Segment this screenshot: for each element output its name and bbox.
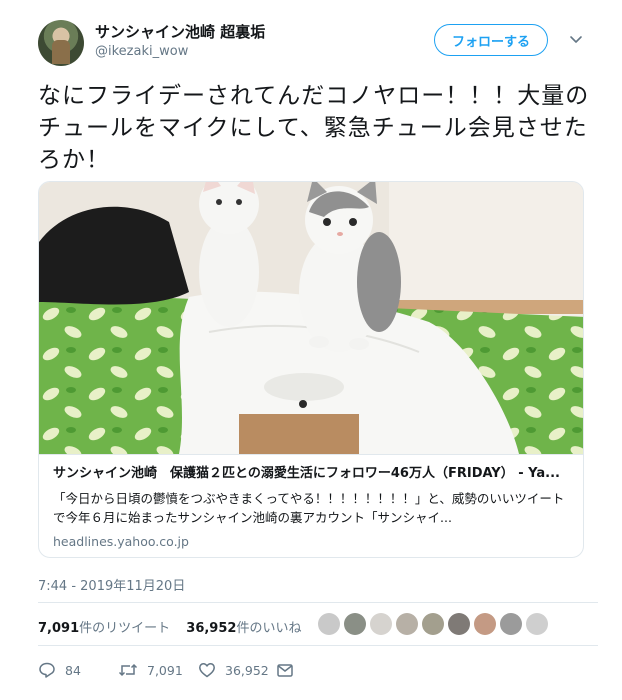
tweet-text: なにフライデーされてんだコノヤロー！！！大量のチュールをマイクにして、緊急チュー… [38, 83, 590, 173]
like-stat[interactable]: 36,952件のいいね [186, 617, 301, 636]
tweet-header: サンシャイン池崎 超裏垢 @ikezaki_wow フォローする [38, 17, 598, 67]
liker-avatar[interactable] [344, 613, 366, 635]
user-handle[interactable]: @ikezaki_wow [95, 44, 188, 59]
display-name[interactable]: サンシャイン池崎 超裏垢 [95, 21, 265, 42]
liker-avatar[interactable] [370, 613, 392, 635]
like-stat-count: 36,952 [186, 621, 237, 636]
liker-avatar[interactable] [500, 613, 522, 635]
like-button[interactable]: 36,952 [198, 660, 269, 680]
card-image[interactable] [39, 182, 583, 454]
like-count: 36,952 [225, 662, 269, 678]
reply-count: 84 [65, 662, 81, 678]
card-description: 「今日から日頃の鬱憤をつぶやきまくってやる！！！！！！！！」と、威勢のいいツイー… [53, 491, 565, 525]
follow-button[interactable]: フォローする [434, 24, 548, 56]
link-card[interactable]: サンシャイン池崎 保護猫２匹との溺愛生活にフォロワー46万人（FRIDAY） -… [38, 181, 584, 558]
tweet-stats: 7,091件のリツイート 36,952件のいいね [38, 617, 313, 637]
avatar[interactable] [38, 20, 84, 66]
liker-avatar[interactable] [318, 613, 340, 635]
retweet-stat-label: 件のリツイート [79, 621, 171, 636]
liker-avatars [318, 609, 548, 637]
heart-icon [199, 663, 215, 678]
retweet-icon [118, 663, 138, 677]
retweet-stat[interactable]: 7,091件のリツイート [38, 617, 170, 636]
liker-avatar[interactable] [474, 613, 496, 635]
card-body[interactable]: サンシャイン池崎 保護猫２匹との溺愛生活にフォロワー46万人（FRIDAY） -… [39, 454, 583, 557]
kittens-photo [39, 182, 583, 454]
divider [38, 645, 598, 646]
envelope-icon [277, 664, 293, 677]
card-title[interactable]: サンシャイン池崎 保護猫２匹との溺愛生活にフォロワー46万人（FRIDAY） -… [53, 465, 571, 483]
tweet-actions: 84 7,091 36,952 [38, 660, 338, 680]
liker-avatar[interactable] [526, 613, 548, 635]
direct-message-button[interactable] [276, 660, 303, 680]
reply-button[interactable]: 84 [38, 660, 81, 680]
liker-avatar[interactable] [422, 613, 444, 635]
divider [38, 602, 598, 603]
liker-avatar[interactable] [448, 613, 470, 635]
retweet-count: 7,091 [147, 662, 183, 678]
reply-icon [39, 662, 55, 678]
liker-avatar[interactable] [396, 613, 418, 635]
chevron-down-icon[interactable] [568, 31, 584, 47]
retweet-button[interactable]: 7,091 [118, 660, 183, 680]
tweet-timestamp[interactable]: 7:44 - 2019年11月20日 [38, 575, 185, 594]
like-stat-label: 件のいいね [236, 621, 302, 636]
card-domain: headlines.yahoo.co.jp [53, 534, 189, 549]
retweet-stat-count: 7,091 [38, 621, 80, 636]
